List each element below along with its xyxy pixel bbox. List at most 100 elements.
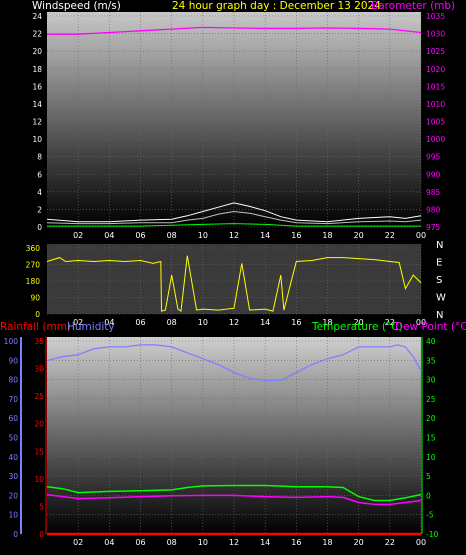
- y-tick-label: 20: [32, 47, 42, 56]
- y-tick-label: 25: [34, 392, 44, 401]
- x-tick-label: 02: [73, 231, 83, 240]
- y-tick-label: 985: [426, 188, 441, 197]
- y-tick-label: 14: [32, 100, 42, 109]
- y-tick-label: 90: [30, 294, 40, 303]
- x-tick-label: 04: [104, 538, 114, 547]
- panel-wind-direction: 02 04 06 08 10 12 14 16 18 20 22 00090180270360 NESW…: [26, 240, 446, 327]
- y-tick-label: 1020: [426, 65, 445, 74]
- x-tick-label: 00: [416, 231, 426, 240]
- x-tick-label: 08: [167, 318, 177, 327]
- y-tick-label: 360: [26, 244, 41, 253]
- x-tick-label: 10: [198, 538, 208, 547]
- y-tick-label: 70: [8, 395, 18, 404]
- y-tick-label: 60: [8, 414, 18, 423]
- x-tick-label: 20: [354, 538, 364, 547]
- y-tick-label: 10: [8, 511, 18, 520]
- x-tick-label: 14: [260, 231, 270, 240]
- y-tick-label: 20: [8, 491, 18, 500]
- y-tick-label: 15: [34, 447, 44, 456]
- x-tick-label: 08: [167, 231, 177, 240]
- panel-2-plot-area: [47, 244, 421, 314]
- y-tick-label: 1015: [426, 82, 445, 91]
- y-tick-label: 10: [426, 453, 436, 462]
- temperature-label: Temperature (°C): [311, 321, 403, 333]
- y-tick-label: 30: [426, 376, 436, 385]
- y-tick-label: 20: [34, 420, 44, 429]
- panel-humidity-temperature: 02 04 06 08 10 12 14 16 18 20 22 000102030405060708…: [4, 337, 438, 547]
- humidity-label: Humidity: [67, 321, 115, 333]
- y-tick-label: 6: [37, 170, 42, 179]
- y-tick-label: 40: [8, 453, 18, 462]
- x-tick-label: 06: [135, 538, 145, 547]
- y-tick-label: 20: [426, 414, 436, 423]
- y-tick-label: 30: [8, 472, 18, 481]
- compass-label: W: [436, 293, 446, 304]
- x-tick-label: 22: [385, 538, 395, 547]
- y-tick-label: 25: [426, 395, 436, 404]
- x-tick-label: 16: [291, 538, 301, 547]
- compass-label: N: [436, 240, 443, 251]
- x-tick-label: 22: [385, 231, 395, 240]
- y-tick-label: 1005: [426, 118, 445, 127]
- rainfall-label: Rainfall (mm): [0, 321, 71, 333]
- y-tick-label: 0: [39, 530, 44, 539]
- y-tick-label: 2: [37, 205, 42, 214]
- x-tick-label: 12: [229, 318, 239, 327]
- x-tick-label: 16: [291, 318, 301, 327]
- x-tick-label: 04: [104, 231, 114, 240]
- y-tick-label: 975: [426, 223, 441, 232]
- x-tick-label: 08: [167, 538, 177, 547]
- y-tick-label: 1030: [426, 30, 445, 39]
- y-tick-label: 100: [4, 337, 19, 346]
- y-tick-label: 0: [37, 223, 42, 232]
- weather-graph: Windspeed (m/s) 24 hour graph day : Dece…: [0, 0, 466, 547]
- x-tick-label: 10: [198, 318, 208, 327]
- dewpoint-label: Dew Point (°C): [395, 321, 466, 333]
- x-tick-label: 20: [354, 231, 364, 240]
- y-tick-label: 4: [37, 188, 42, 197]
- y-tick-label: 5: [39, 502, 44, 511]
- x-tick-label: 14: [260, 538, 270, 547]
- compass-label: N: [436, 310, 443, 321]
- y-tick-label: 8: [37, 153, 42, 162]
- graph-title: 24 hour graph day : December 13 2024: [172, 0, 381, 12]
- compass-label: S: [436, 275, 442, 286]
- y-tick-label: 12: [32, 118, 42, 127]
- y-tick-label: 24: [32, 12, 42, 21]
- y-tick-label: 30: [34, 365, 44, 374]
- x-tick-label: 16: [291, 231, 301, 240]
- y-tick-label: 270: [26, 261, 41, 270]
- y-tick-label: 16: [32, 82, 42, 91]
- y-tick-label: 35: [34, 337, 44, 346]
- x-tick-label: 12: [229, 231, 239, 240]
- y-tick-label: 40: [426, 337, 436, 346]
- x-tick-label: 06: [135, 231, 145, 240]
- y-tick-label: 995: [426, 153, 441, 162]
- y-tick-label: 990: [426, 170, 441, 179]
- x-tick-label: 14: [260, 318, 270, 327]
- x-tick-label: 10: [198, 231, 208, 240]
- y-tick-label: 180: [26, 277, 41, 286]
- y-tick-label: 1035: [426, 12, 445, 21]
- x-tick-label: 02: [73, 538, 83, 547]
- compass-label: E: [436, 258, 442, 269]
- y-tick-label: -10: [426, 530, 438, 539]
- y-tick-label: 1010: [426, 100, 445, 109]
- y-tick-label: -5: [426, 511, 434, 520]
- x-tick-label: 12: [229, 538, 239, 547]
- x-tick-label: 00: [416, 538, 426, 547]
- y-tick-label: 15: [426, 434, 436, 443]
- panel-3-plot-area: [47, 337, 421, 534]
- y-tick-label: 18: [32, 65, 42, 74]
- y-tick-label: 1025: [426, 47, 445, 56]
- y-tick-label: 0: [13, 530, 18, 539]
- windspeed-label: Windspeed (m/s): [32, 0, 121, 12]
- y-tick-label: 980: [426, 205, 441, 214]
- y-tick-label: 90: [8, 356, 18, 365]
- y-tick-label: 10: [34, 475, 44, 484]
- y-tick-label: 10: [32, 135, 42, 144]
- x-tick-label: 06: [135, 318, 145, 327]
- y-tick-label: 0: [426, 491, 431, 500]
- y-tick-label: 50: [8, 434, 18, 443]
- y-tick-label: 22: [32, 30, 42, 39]
